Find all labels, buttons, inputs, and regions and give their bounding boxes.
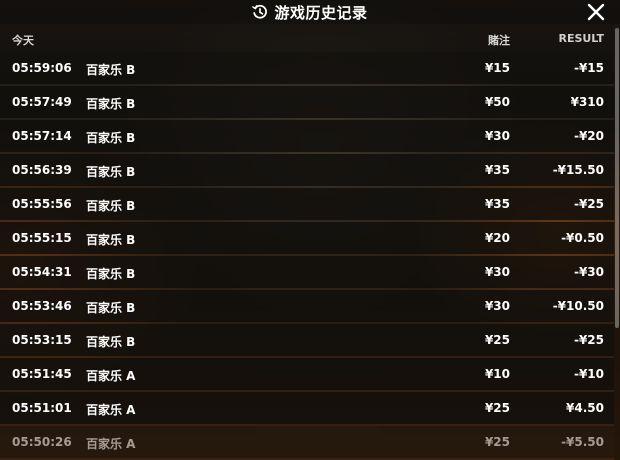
bet-column-header: 賭注 [488, 34, 510, 47]
history-row[interactable]: 05:57:14 百家乐 B ¥30 -¥20 [0, 120, 614, 152]
row-game: 百家乐 A [86, 437, 136, 451]
row-game: 百家乐 B [86, 131, 136, 145]
row-result: -¥15 [573, 61, 604, 75]
row-result: -¥10.50 [552, 299, 604, 313]
row-result: -¥25 [573, 333, 604, 347]
history-row[interactable]: 05:57:49 百家乐 B ¥50 ¥310 [0, 86, 614, 118]
row-time: 05:57:49 [12, 95, 72, 109]
history-row[interactable]: 05:53:15 百家乐 B ¥25 -¥25 [0, 324, 614, 356]
row-game: 百家乐 B [86, 165, 136, 179]
history-row[interactable]: 05:59:06 百家乐 B ¥15 -¥15 [0, 52, 614, 84]
row-bet: ¥50 [484, 95, 510, 109]
row-time: 05:54:31 [12, 265, 72, 279]
row-game: 百家乐 B [86, 63, 136, 77]
column-header-row: 今天 賭注 RESULT [0, 24, 614, 52]
row-game: 百家乐 B [86, 267, 136, 281]
row-game: 百家乐 B [86, 335, 136, 349]
history-row[interactable]: 05:53:46 百家乐 B ¥30 -¥10.50 [0, 290, 614, 322]
row-time: 05:50:26 [12, 435, 72, 449]
row-time: 05:56:39 [12, 163, 72, 177]
row-time: 05:55:15 [12, 231, 72, 245]
row-time: 05:59:06 [12, 61, 72, 75]
row-bet: ¥35 [484, 197, 510, 211]
row-result: -¥30 [573, 265, 604, 279]
history-list[interactable]: 05:59:06 百家乐 B ¥15 -¥15 05:57:49 百家乐 B ¥… [0, 52, 614, 460]
row-bet: ¥10 [484, 367, 510, 381]
row-game: 百家乐 A [86, 403, 136, 417]
header-title-group: 游戏历史记录 [0, 0, 620, 24]
close-icon [587, 3, 605, 21]
row-result: -¥25 [573, 197, 604, 211]
row-result: -¥5.50 [561, 435, 604, 449]
row-bet: ¥15 [484, 61, 510, 75]
row-bet: ¥30 [484, 129, 510, 143]
row-time: 05:53:46 [12, 299, 72, 313]
history-row[interactable]: 05:55:15 百家乐 B ¥20 -¥0.50 [0, 222, 614, 254]
row-time: 05:51:45 [12, 367, 72, 381]
result-column-header: RESULT [558, 32, 604, 45]
row-game: 百家乐 B [86, 97, 136, 111]
row-bet: ¥25 [484, 333, 510, 347]
scrollbar-thumb[interactable] [615, 28, 619, 328]
row-result: -¥10 [573, 367, 604, 381]
row-result: ¥310 [570, 95, 604, 109]
row-time: 05:51:01 [12, 401, 72, 415]
row-bet: ¥25 [484, 401, 510, 415]
row-game: 百家乐 B [86, 301, 136, 315]
row-result: -¥20 [573, 129, 604, 143]
close-button[interactable] [586, 2, 606, 22]
history-row[interactable]: 05:54:31 百家乐 B ¥30 -¥30 [0, 256, 614, 288]
scrollbar-track[interactable] [614, 24, 620, 460]
history-row[interactable]: 05:51:01 百家乐 A ¥25 ¥4.50 [0, 392, 614, 424]
row-game: 百家乐 B [86, 199, 136, 213]
history-row[interactable]: 05:56:39 百家乐 B ¥35 -¥15.50 [0, 154, 614, 186]
row-bet: ¥25 [484, 435, 510, 449]
row-game: 百家乐 B [86, 233, 136, 247]
date-group-label: 今天 [12, 34, 34, 47]
row-time: 05:57:14 [12, 129, 72, 143]
history-clock-icon [252, 4, 268, 20]
row-time: 05:55:56 [12, 197, 72, 211]
row-bet: ¥35 [484, 163, 510, 177]
row-bet: ¥30 [484, 299, 510, 313]
page-title: 游戏历史记录 [274, 3, 368, 22]
row-result: -¥15.50 [552, 163, 604, 177]
history-row[interactable]: 05:51:45 百家乐 A ¥10 -¥10 [0, 358, 614, 390]
history-row[interactable]: 05:55:56 百家乐 B ¥35 -¥25 [0, 188, 614, 220]
row-result: -¥0.50 [561, 231, 604, 245]
row-bet: ¥20 [484, 231, 510, 245]
row-result: ¥4.50 [566, 401, 604, 415]
row-bet: ¥30 [484, 265, 510, 279]
row-time: 05:53:15 [12, 333, 72, 347]
history-row[interactable]: 05:50:26 百家乐 A ¥25 -¥5.50 [0, 426, 614, 458]
row-game: 百家乐 A [86, 369, 136, 383]
